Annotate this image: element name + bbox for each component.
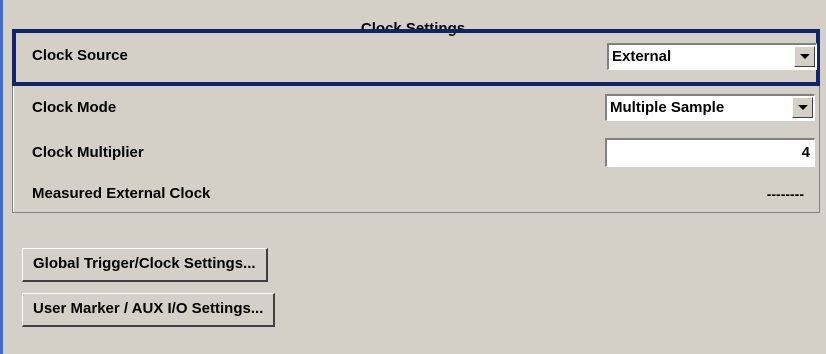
chevron-down-icon[interactable]	[794, 46, 815, 67]
clock-source-value: External	[612, 48, 672, 65]
measured-external-clock-row: Measured External Clock --------	[14, 176, 818, 212]
clock-multiplier-input[interactable]: 4	[605, 138, 815, 167]
window-edge-accent	[0, 0, 3, 354]
clock-mode-row: Clock Mode Multiple Sample	[14, 90, 818, 126]
clock-source-row[interactable]: Clock Source External	[12, 29, 820, 86]
clock-multiplier-label: Clock Multiplier	[32, 144, 144, 161]
user-marker-aux-io-settings-button[interactable]: User Marker / AUX I/O Settings...	[22, 293, 276, 327]
clock-multiplier-row: Clock Multiplier 4	[14, 134, 818, 170]
clock-source-label: Clock Source	[32, 47, 128, 64]
clock-mode-value: Multiple Sample	[610, 99, 725, 116]
measured-external-clock-value: --------	[766, 186, 804, 202]
clock-mode-select[interactable]: Multiple Sample	[605, 94, 815, 121]
clock-mode-label: Clock Mode	[32, 99, 117, 116]
clock-source-select[interactable]: External	[607, 43, 817, 70]
measured-external-clock-label: Measured External Clock	[32, 185, 211, 202]
clock-multiplier-value: 4	[801, 144, 810, 161]
global-trigger-clock-settings-button[interactable]: Global Trigger/Clock Settings...	[22, 248, 268, 282]
chevron-down-icon[interactable]	[792, 97, 813, 118]
